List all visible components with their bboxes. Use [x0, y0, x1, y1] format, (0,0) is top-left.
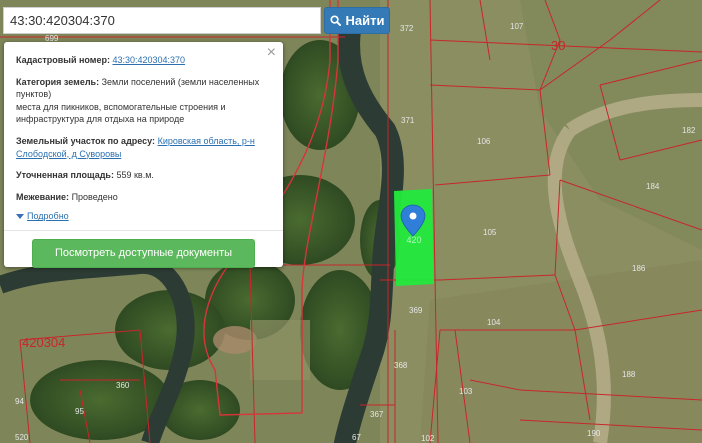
area-value: 559 кв.м. — [116, 170, 154, 181]
address-row: Земельный участок по адресу: Кировская о… — [16, 135, 271, 160]
svg-text:106: 106 — [477, 137, 491, 146]
svg-text:368: 368 — [394, 361, 408, 370]
land-category-row: Категория земель: Земли поселений (земли… — [16, 76, 271, 126]
svg-text:360: 360 — [116, 381, 130, 390]
search-button-label: Найти — [345, 13, 385, 28]
details-link[interactable]: Подробно — [27, 210, 69, 223]
svg-text:420304: 420304 — [22, 335, 65, 350]
svg-text:102: 102 — [421, 434, 435, 443]
details-toggle[interactable]: Подробно — [16, 210, 271, 223]
svg-text:94: 94 — [15, 397, 24, 406]
svg-text:105: 105 — [483, 228, 497, 237]
search-input[interactable] — [4, 8, 320, 33]
area-label: Уточненная площадь: — [16, 170, 114, 181]
svg-text:190: 190 — [587, 429, 601, 438]
search-icon — [329, 15, 341, 26]
cadastral-number-label: Кадастровый номер: — [16, 55, 110, 65]
divider — [4, 229, 283, 231]
parcel-info-popup: × Кадастровый номер: 43:30:420304:370 Ка… — [4, 42, 283, 268]
svg-text:103: 103 — [459, 387, 473, 396]
survey-value: Проведено — [71, 191, 118, 202]
svg-text:520: 520 — [15, 433, 29, 442]
svg-text:367: 367 — [370, 410, 384, 419]
svg-text:420: 420 — [406, 235, 421, 245]
caret-down-icon — [16, 214, 24, 220]
svg-text:372: 372 — [400, 24, 414, 33]
svg-text:184: 184 — [646, 182, 660, 191]
cadastral-number-row: Кадастровый номер: 43:30:420304:370 — [16, 54, 271, 67]
view-documents-button[interactable]: Посмотреть доступные документы — [32, 238, 255, 268]
svg-text:30: 30 — [551, 38, 565, 53]
area-row: Уточненная площадь: 559 кв.м. — [16, 169, 271, 182]
svg-text:95: 95 — [75, 407, 84, 416]
svg-text:371: 371 — [401, 116, 415, 125]
close-icon[interactable]: × — [267, 45, 276, 61]
svg-text:188: 188 — [622, 370, 636, 379]
survey-label: Межевание: — [16, 191, 70, 202]
cadastral-number-link[interactable]: 43:30:420304:370 — [112, 55, 185, 65]
svg-text:186: 186 — [632, 264, 646, 273]
svg-text:369: 369 — [409, 306, 423, 315]
address-label: Земельный участок по адресу: — [16, 135, 156, 146]
land-category-label: Категория земель: — [16, 76, 100, 87]
search-box — [3, 7, 321, 34]
land-purpose-value: места для пикников, вспомогательные стро… — [16, 101, 226, 125]
svg-text:104: 104 — [487, 318, 501, 327]
survey-row: Межевание: Проведено — [16, 191, 271, 204]
svg-text:67: 67 — [352, 433, 361, 442]
svg-text:107: 107 — [510, 22, 524, 31]
svg-text:182: 182 — [682, 126, 696, 135]
search-button[interactable]: Найти — [324, 7, 390, 34]
